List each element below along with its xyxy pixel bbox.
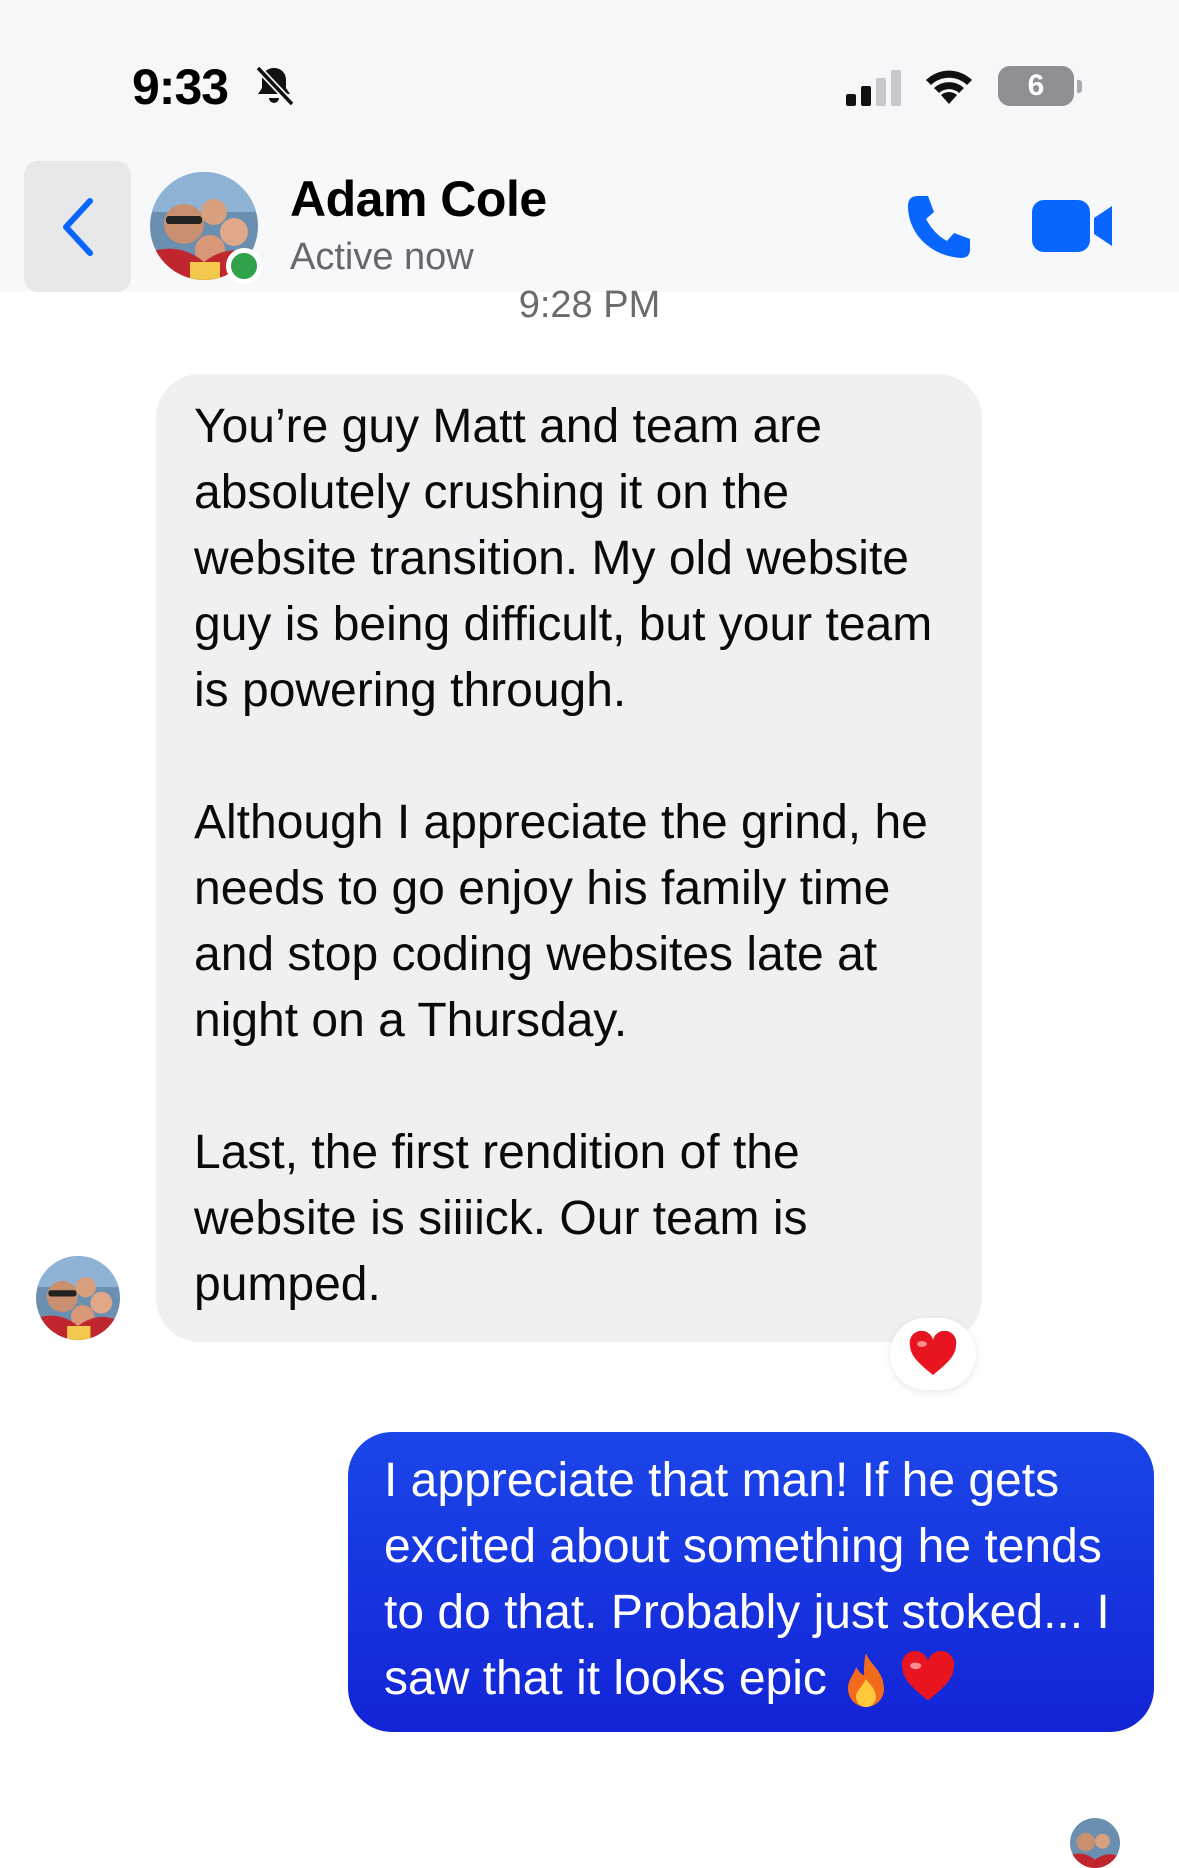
bell-muted-icon bbox=[255, 65, 295, 107]
contact-name[interactable]: Adam Cole bbox=[290, 170, 547, 228]
video-call-icon[interactable] bbox=[1032, 198, 1114, 254]
status-time: 9:33 bbox=[132, 59, 229, 115]
heart-icon bbox=[902, 1651, 955, 1701]
battery-indicator: 6 bbox=[998, 66, 1074, 106]
online-status-dot bbox=[226, 248, 262, 284]
message-timestamp: 9:28 PM bbox=[518, 284, 661, 326]
battery-nub bbox=[1077, 80, 1082, 93]
message-text: I appreciate that man! If he gets excite… bbox=[384, 1454, 1110, 1705]
contact-status: Active now bbox=[290, 236, 474, 278]
avatar-photo bbox=[1070, 1818, 1120, 1868]
incoming-message-bubble[interactable]: You’re guy Matt and team are absolutely … bbox=[156, 374, 982, 1342]
wifi-icon bbox=[926, 70, 972, 104]
read-receipt-avatar bbox=[1070, 1818, 1120, 1868]
sender-avatar[interactable] bbox=[36, 1256, 120, 1340]
avatar-photo bbox=[36, 1256, 120, 1340]
message-paragraph: Although I appreciate the grind, he need… bbox=[194, 796, 928, 1047]
reaction-badge[interactable] bbox=[890, 1318, 976, 1390]
back-button[interactable] bbox=[24, 161, 131, 292]
phone-call-icon[interactable] bbox=[904, 192, 974, 262]
message-paragraph: Last, the first rendition of the website… bbox=[194, 1126, 808, 1311]
emoji-row bbox=[840, 1651, 956, 1711]
message-paragraph: You’re guy Matt and team are absolutely … bbox=[194, 400, 933, 717]
fire-icon bbox=[848, 1653, 885, 1708]
outgoing-message-bubble[interactable]: I appreciate that man! If he gets excite… bbox=[348, 1432, 1154, 1732]
heart-icon bbox=[909, 1331, 957, 1375]
cellular-signal-icon bbox=[846, 70, 901, 106]
chevron-left-icon bbox=[62, 197, 93, 256]
